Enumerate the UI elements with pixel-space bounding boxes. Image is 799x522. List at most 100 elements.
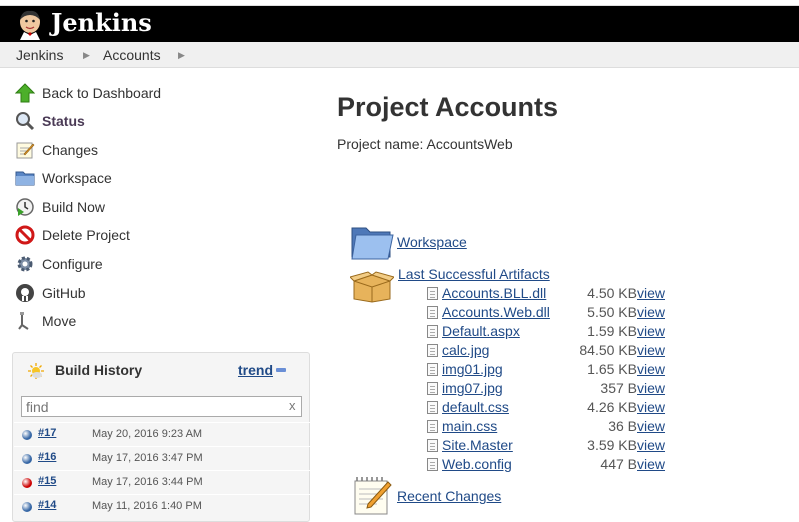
artifact-view-link[interactable]: view	[637, 456, 665, 472]
artifact-link[interactable]: Accounts.BLL.dll	[442, 285, 546, 301]
artifact-view-link[interactable]: view	[637, 361, 665, 377]
build-status-ball-icon	[22, 502, 32, 512]
no-entry-icon	[14, 224, 36, 246]
trend-link[interactable]: trend	[238, 362, 273, 378]
artifact-view-link[interactable]: view	[637, 437, 665, 453]
artifact-size: 4.26 KB	[587, 399, 637, 415]
clear-search-icon[interactable]: x	[289, 398, 296, 413]
artifact-link[interactable]: Web.config	[442, 456, 512, 472]
artifact-row: Web.config 447 Bview	[425, 455, 685, 474]
recent-changes-link[interactable]: Recent Changes	[397, 488, 501, 504]
build-date[interactable]: May 17, 2016 3:47 PM	[92, 452, 203, 464]
trend-toggle-icon[interactable]	[276, 368, 286, 372]
file-icon	[427, 382, 438, 395]
task-configure[interactable]: Configure	[14, 252, 103, 276]
artifact-size: 84.50 KB	[579, 342, 637, 358]
artifact-row: img01.jpg 1.65 KB view	[425, 360, 685, 379]
build-date[interactable]: May 20, 2016 9:23 AM	[92, 428, 202, 440]
artifact-row: Accounts.BLL.dll 4.50 KB view	[425, 284, 685, 303]
task-workspace[interactable]: Workspace	[14, 166, 112, 190]
file-icon	[427, 401, 438, 414]
artifact-size: 447 B	[600, 456, 637, 472]
file-icon	[427, 325, 438, 338]
build-number-link[interactable]: #17	[38, 427, 56, 439]
last-successful-artifacts-link[interactable]: Last Successful Artifacts	[398, 266, 550, 282]
file-icon	[427, 439, 438, 452]
file-icon	[427, 363, 438, 376]
artifact-link[interactable]: Default.aspx	[442, 323, 520, 339]
artifact-size: 36 B	[608, 418, 637, 434]
artifact-row: default.css 4.26 KB view	[425, 398, 685, 417]
task-changes[interactable]: Changes	[14, 138, 98, 162]
task-status[interactable]: Status	[14, 109, 85, 133]
task-label: Delete Project	[42, 227, 130, 243]
artifact-link[interactable]: img07.jpg	[442, 380, 503, 396]
artifact-size: 5.50 KB	[587, 304, 637, 320]
artifact-view-link[interactable]: view	[637, 323, 665, 339]
build-row[interactable]: #17 May 20, 2016 9:23 AM	[14, 422, 310, 446]
file-icon	[427, 287, 438, 300]
task-github[interactable]: GitHub	[14, 281, 86, 305]
build-row[interactable]: #14 May 11, 2016 1:40 PM	[14, 494, 310, 518]
artifact-view-link[interactable]: view	[637, 380, 665, 396]
build-row[interactable]: #15 May 17, 2016 3:44 PM	[14, 470, 310, 494]
task-move[interactable]: Move	[14, 309, 76, 333]
folder-icon	[14, 167, 36, 189]
file-icon	[427, 344, 438, 357]
task-label: GitHub	[42, 285, 86, 301]
artifact-view-link[interactable]: view	[637, 285, 665, 301]
build-search-input[interactable]	[21, 396, 302, 417]
task-back-to-dashboard[interactable]: Back to Dashboard	[14, 81, 161, 105]
build-number-link[interactable]: #16	[38, 451, 56, 463]
build-status-ball-icon	[22, 454, 32, 464]
build-status-ball-icon	[22, 430, 32, 440]
artifact-row: calc.jpg 84.50 KB view	[425, 341, 685, 360]
github-icon	[14, 282, 36, 304]
artifact-link[interactable]: Accounts.Web.dll	[442, 304, 550, 320]
breadcrumb: Jenkins ▶ Accounts ▶	[0, 42, 799, 68]
build-number-link[interactable]: #14	[38, 499, 56, 511]
breadcrumb-jenkins[interactable]: Jenkins	[16, 46, 63, 64]
task-label: Move	[42, 313, 77, 329]
jenkins-butler-icon[interactable]	[14, 8, 46, 40]
artifact-link[interactable]: default.css	[442, 399, 509, 415]
breadcrumb-separator-icon[interactable]: ▶	[178, 47, 185, 63]
project-name-text: Project name: AccountsWeb	[337, 136, 513, 152]
build-row[interactable]: #16 May 17, 2016 3:47 PM	[14, 446, 310, 470]
task-build-now[interactable]: Build Now	[14, 195, 105, 219]
artifact-link[interactable]: img01.jpg	[442, 361, 503, 377]
breadcrumb-separator-icon[interactable]: ▶	[83, 47, 90, 63]
artifact-link[interactable]: calc.jpg	[442, 342, 489, 358]
task-label: Workspace	[42, 170, 112, 186]
breadcrumb-accounts[interactable]: Accounts	[103, 46, 161, 64]
page-title: Project Accounts	[337, 92, 559, 122]
artifact-view-link[interactable]: view	[637, 342, 665, 358]
task-delete-project[interactable]: Delete Project	[14, 223, 130, 247]
box-icon[interactable]	[350, 271, 394, 303]
build-history-title: Build History	[55, 362, 143, 378]
build-history-panel: Build History trend x #17 May 20, 2016 9…	[12, 352, 310, 522]
artifact-row: Accounts.Web.dll 5.50 KB view	[425, 303, 685, 322]
artifact-size: 1.65 KB	[587, 361, 637, 377]
artifact-view-link[interactable]: view	[637, 304, 665, 320]
folder-icon[interactable]	[350, 223, 394, 261]
build-date[interactable]: May 17, 2016 3:44 PM	[92, 476, 203, 488]
artifact-view-link[interactable]: view	[637, 418, 665, 434]
magnifier-icon	[14, 110, 36, 132]
notepad-icon[interactable]	[352, 476, 392, 516]
artifact-size: 357 B	[600, 380, 637, 396]
artifact-row: img07.jpg 357 Bview	[425, 379, 685, 398]
artifact-size: 3.59 KB	[587, 437, 637, 453]
up-arrow-icon	[14, 82, 36, 104]
weather-sunny-icon	[28, 363, 44, 379]
jenkins-logo-text[interactable]: Jenkins	[51, 8, 152, 38]
artifact-link[interactable]: Site.Master	[442, 437, 513, 453]
workspace-link[interactable]: Workspace	[397, 234, 467, 250]
task-label: Configure	[42, 256, 103, 272]
artifact-link[interactable]: main.css	[442, 418, 497, 434]
clock-play-icon	[14, 196, 36, 218]
task-label: Changes	[42, 142, 99, 158]
artifact-view-link[interactable]: view	[637, 399, 665, 415]
build-date[interactable]: May 11, 2016 1:40 PM	[92, 500, 202, 512]
build-number-link[interactable]: #15	[38, 475, 56, 487]
